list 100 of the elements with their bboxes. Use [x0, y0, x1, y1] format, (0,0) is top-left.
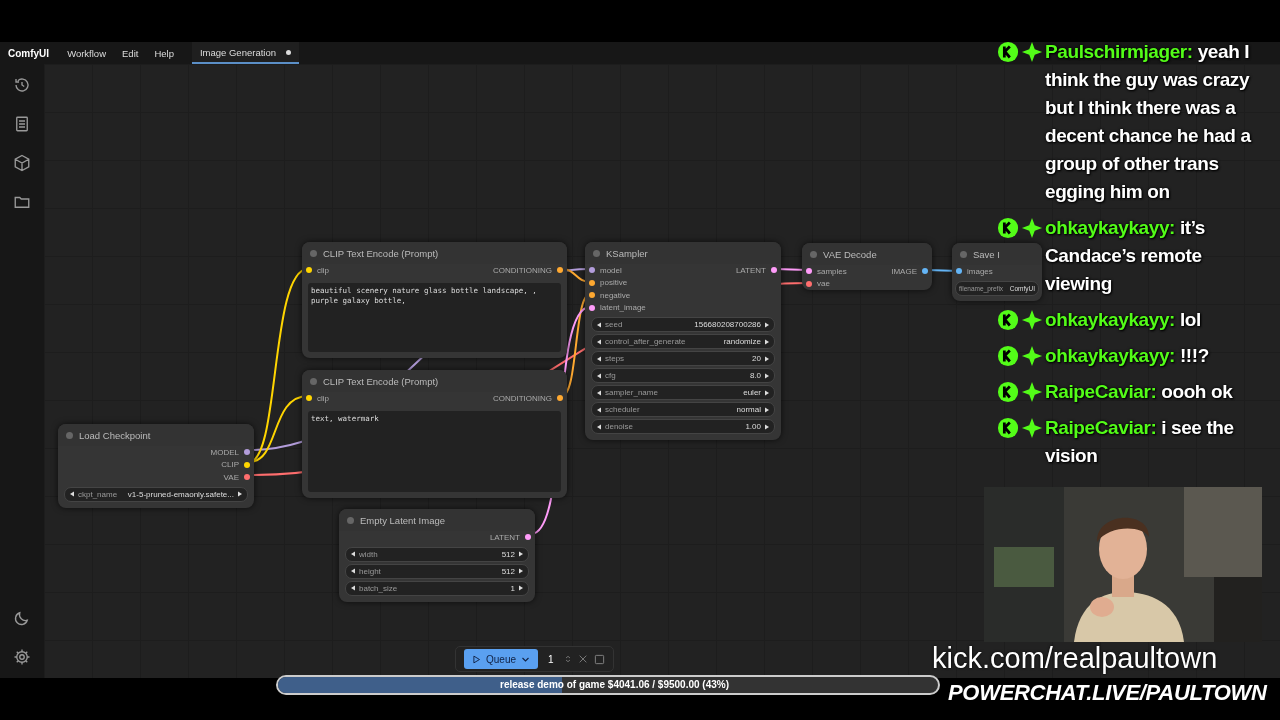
left-arrow-icon[interactable]: [596, 321, 602, 328]
right-arrow-icon[interactable]: [237, 491, 243, 497]
widget-value: 20: [752, 354, 761, 363]
left-arrow-icon[interactable]: [350, 551, 356, 557]
graph-node[interactable]: VAE Decode samples vae IMAGE: [802, 243, 932, 290]
input-label: vae: [817, 279, 830, 289]
widget-label: height: [359, 566, 382, 576]
left-arrow-icon[interactable]: [596, 338, 602, 345]
input-dot-icon[interactable]: [589, 267, 595, 274]
input-dot-icon[interactable]: [306, 395, 312, 402]
document-icon[interactable]: [13, 115, 31, 133]
workflow-tab[interactable]: Image Generation: [191, 42, 299, 64]
input-label: model: [600, 265, 622, 275]
square-icon[interactable]: [593, 653, 605, 665]
output-dot-icon[interactable]: [244, 449, 250, 456]
close-icon[interactable]: [577, 654, 588, 664]
left-arrow-icon[interactable]: [596, 406, 602, 413]
widget-field[interactable]: control_after_generate randomize: [591, 334, 775, 349]
badge-icon: [997, 381, 1019, 403]
settings-icon[interactable]: [13, 648, 31, 666]
right-arrow-icon[interactable]: [764, 321, 770, 328]
left-arrow-icon[interactable]: [596, 355, 602, 362]
right-arrow-icon[interactable]: [764, 389, 770, 396]
chat-message: Paulschirmjager: yeah I think the guy was crazy but I think there was a decent chance he had a group of other trans egging him on: [1045, 40, 1252, 204]
menu-item[interactable]: Workflow: [59, 47, 114, 59]
output-label: CONDITIONING: [492, 265, 552, 275]
right-arrow-icon[interactable]: [764, 338, 770, 345]
input-dot-icon[interactable]: [956, 268, 962, 275]
output-label: VAE: [223, 472, 239, 482]
badge-icon: [997, 217, 1019, 239]
left-arrow-icon[interactable]: [350, 585, 356, 591]
input-dot-icon[interactable]: [806, 268, 812, 275]
left-arrow-icon[interactable]: [350, 568, 356, 574]
widget-label: steps: [605, 354, 626, 363]
output-dot-icon[interactable]: [557, 267, 563, 274]
widget-field[interactable]: batch_size 1: [345, 580, 529, 596]
output-dot-icon[interactable]: [244, 474, 250, 481]
input-dot-icon[interactable]: [306, 267, 312, 274]
widget-field[interactable]: height 512: [345, 563, 529, 579]
widget-value: 8.0: [749, 371, 761, 380]
menu-item[interactable]: Help: [146, 47, 182, 59]
input-label: latent_image: [600, 303, 646, 313]
node-dot-icon: [310, 249, 317, 257]
history-icon[interactable]: [13, 76, 31, 94]
node-title: Save I: [973, 248, 1000, 260]
widget-label: sampler_name: [605, 388, 659, 397]
input-dot-icon[interactable]: [589, 304, 595, 311]
widget-field[interactable]: steps 20: [591, 351, 775, 366]
widget-field[interactable]: denoise 1.00: [591, 419, 775, 434]
cube-icon[interactable]: [13, 154, 31, 172]
output-dot-icon[interactable]: [244, 461, 250, 468]
widget-field[interactable]: cfg 8.0: [591, 368, 775, 383]
queue-button[interactable]: Queue: [464, 649, 539, 669]
left-arrow-icon[interactable]: [596, 372, 602, 379]
widget-field[interactable]: seed 156680208700286: [591, 317, 775, 332]
chat-message: ohkaykaykayy: !!!?: [1045, 344, 1210, 368]
widget-field[interactable]: width 512: [345, 546, 529, 562]
right-arrow-icon[interactable]: [518, 551, 524, 557]
input-dot-icon[interactable]: [806, 280, 812, 287]
widget-value: normal: [736, 405, 761, 414]
widget-label: ckpt_name: [78, 489, 119, 499]
output-label: LATENT: [735, 265, 766, 275]
graph-node[interactable]: KSampler model positive negative latent_image LATENT seed 156680208700286 control_after_generate randomize steps 20 cfg 8.0 sampler_name euler scheduler normal denoise 1.00: [585, 242, 781, 440]
widget-label: seed: [605, 320, 624, 329]
input-label: positive: [600, 278, 628, 288]
widget-field[interactable]: sampler_name euler: [591, 385, 775, 400]
input-dot-icon[interactable]: [589, 279, 595, 286]
left-arrow-icon[interactable]: [596, 389, 602, 396]
node-title: VAE Decode: [823, 248, 877, 260]
widget-label: control_after_generate: [605, 337, 687, 346]
left-arrow-icon[interactable]: [69, 491, 75, 497]
site-label: POWERCHAT.LIVE/PAULTOWN: [948, 680, 1267, 706]
right-arrow-icon[interactable]: [764, 372, 770, 379]
widget-value: 1: [510, 583, 515, 593]
right-arrow-icon[interactable]: [518, 585, 524, 591]
input-label: negative: [600, 290, 631, 300]
output-label: CONDITIONING: [492, 393, 552, 403]
right-arrow-icon[interactable]: [518, 568, 524, 574]
widget-field[interactable]: scheduler normal: [591, 402, 775, 417]
graph-node[interactable]: Empty Latent Image LATENT width 512 height 512 batch_size 1: [339, 509, 535, 602]
left-arrow-icon[interactable]: [596, 423, 602, 430]
right-arrow-icon[interactable]: [764, 355, 770, 362]
output-dot-icon[interactable]: [557, 395, 563, 402]
output-label: CLIP: [221, 460, 239, 470]
node-title: Load Checkpoint: [79, 429, 151, 441]
output-dot-icon[interactable]: [771, 267, 777, 274]
output-dot-icon[interactable]: [922, 268, 928, 275]
widget-field[interactable]: ckpt_name v1-5-pruned-emaonly.safete...: [64, 486, 248, 502]
input-label: clip: [317, 265, 329, 275]
input-dot-icon[interactable]: [589, 292, 595, 299]
right-arrow-icon[interactable]: [764, 406, 770, 413]
output-label: MODEL: [210, 447, 239, 457]
moon-icon[interactable]: [13, 609, 31, 627]
output-dot-icon[interactable]: [525, 534, 531, 541]
badge-icon: [997, 417, 1019, 439]
widget-value: euler: [743, 388, 761, 397]
graph-node[interactable]: Load Checkpoint MODEL CLIP VAE ckpt_name v1-5-pruned-emaonly.safete...: [58, 424, 254, 508]
right-arrow-icon[interactable]: [764, 423, 770, 430]
batch-count-field[interactable]: 1: [544, 653, 558, 665]
menu-item[interactable]: Edit: [114, 47, 147, 59]
